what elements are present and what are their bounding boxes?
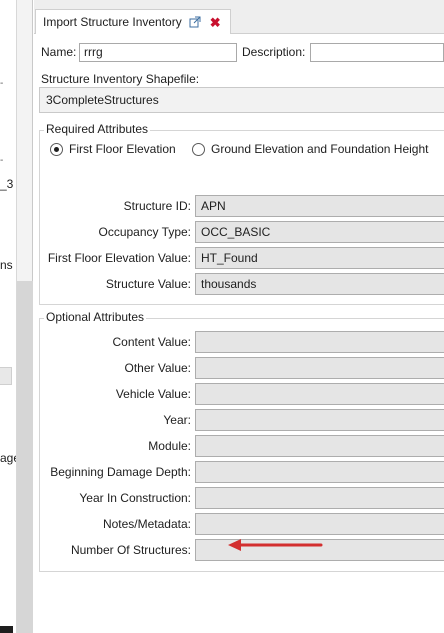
- year-label: Year:: [163, 413, 191, 427]
- tab-strip: Import Structure Inventory ✖: [34, 0, 444, 34]
- left-pane: - - _3 ns age: [0, 0, 17, 633]
- year-in-construction-label: Year In Construction:: [79, 491, 191, 505]
- structure-value-label: Structure Value:: [105, 277, 191, 291]
- tab-title: Import Structure Inventory: [43, 15, 182, 29]
- module-combo[interactable]: [195, 435, 444, 457]
- red-arrow-annotation: [228, 539, 323, 551]
- vehicle-value-label: Vehicle Value:: [115, 387, 191, 401]
- description-field[interactable]: [310, 43, 444, 62]
- shapefile-list-item[interactable]: 3CompleteStructures: [39, 87, 444, 113]
- first-floor-elevation-value-combo[interactable]: HT_Found: [195, 247, 444, 269]
- radio-ground-elevation-foundation[interactable]: Ground Elevation and Foundation Height: [192, 142, 428, 156]
- required-attributes-title: Required Attributes: [44, 122, 151, 136]
- occupancy-type-label: Occupancy Type:: [98, 225, 192, 239]
- structure-value-combo[interactable]: thousands: [195, 273, 444, 295]
- year-combo[interactable]: [195, 409, 444, 431]
- radio-first-floor-elevation[interactable]: First Floor Elevation: [50, 142, 176, 156]
- structure-id-combo[interactable]: APN: [195, 195, 444, 217]
- content-value-combo[interactable]: [195, 331, 444, 353]
- radio-label: First Floor Elevation: [69, 142, 176, 156]
- notes-metadata-label: Notes/Metadata:: [102, 517, 191, 531]
- number-of-structures-label: Number Of Structures:: [70, 543, 191, 557]
- left-fragment: _3: [0, 177, 14, 191]
- left-fragment: ns: [0, 258, 13, 272]
- left-box: [0, 367, 12, 385]
- description-label: Description:: [242, 45, 306, 59]
- first-floor-elevation-value-label: First Floor Elevation Value:: [47, 251, 191, 265]
- content-value-label: Content Value:: [112, 335, 192, 349]
- year-in-construction-combo[interactable]: [195, 487, 444, 509]
- shapefile-label: Structure Inventory Shapefile:: [41, 72, 200, 86]
- occupancy-type-combo[interactable]: OCC_BASIC: [195, 221, 444, 243]
- close-icon[interactable]: ✖: [210, 16, 221, 29]
- structure-id-label: Structure ID:: [123, 199, 191, 213]
- import-structure-inventory-panel: Name: rrrg Description: Structure Invent…: [34, 34, 444, 633]
- popout-icon[interactable]: [189, 16, 201, 28]
- vehicle-value-combo[interactable]: [195, 383, 444, 405]
- beginning-damage-depth-label: Beginning Damage Depth:: [50, 465, 191, 479]
- name-label: Name:: [41, 45, 77, 59]
- radio-label: Ground Elevation and Foundation Height: [211, 142, 429, 156]
- name-field[interactable]: rrrg: [79, 43, 237, 62]
- splitter-scrollbar[interactable]: [17, 0, 33, 633]
- module-label: Module:: [148, 439, 191, 453]
- left-dash: -: [0, 155, 4, 166]
- notes-metadata-combo[interactable]: [195, 513, 444, 535]
- tab-import-structure-inventory[interactable]: Import Structure Inventory ✖: [35, 9, 231, 34]
- left-bottom-mark: [0, 626, 13, 633]
- radio-unselected-icon: [192, 142, 205, 156]
- other-value-combo[interactable]: [195, 357, 444, 379]
- beginning-damage-depth-combo[interactable]: [195, 461, 444, 483]
- other-value-label: Other Value:: [124, 361, 191, 375]
- radio-selected-icon: [50, 142, 63, 156]
- optional-attributes-title: Optional Attributes: [44, 310, 147, 324]
- left-fragment: age: [0, 451, 16, 465]
- left-dash: -: [0, 78, 4, 89]
